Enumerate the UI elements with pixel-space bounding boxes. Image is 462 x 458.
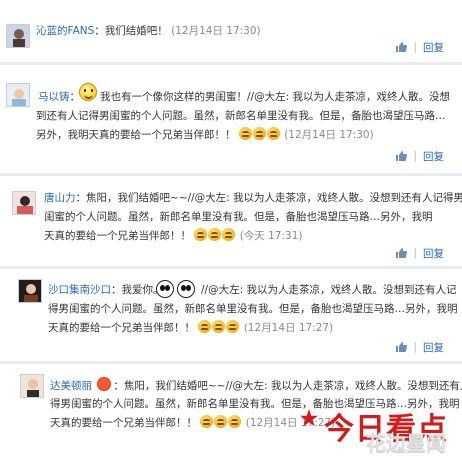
username[interactable]: 达美顿丽: [50, 380, 92, 392]
emoji-icon: [222, 228, 236, 241]
comment-text: ：我们结婚吧！: [94, 25, 168, 37]
comment-line-1: 马以铸：: [38, 89, 80, 105]
comment-actions: | 回复: [395, 40, 444, 54]
comment-text: 我也有一个像你这样的男闺蜜！//@大左: 我以为人走茶凉，戏终人散。没想: [100, 91, 450, 103]
comment-line-2: 得男闺蜜的个人问题。虽然，新郎名单里没有我。但是，备胎也渴望压马路…另外，我明: [48, 301, 458, 317]
comment-line-1: 沙口集南沙口：我爱你。: [48, 282, 164, 298]
comment-line-1: 唐山力：焦阳，我们结婚吧~~//@大左: 我以为人走茶凉，戏终人散。没想到还有人…: [44, 190, 462, 206]
comment-line-3: 天真的要给一个兄弟当伴郎！！ (12月14日 17:27): [50, 415, 335, 431]
emoji-icon: [200, 415, 214, 428]
comment-item-1: 沁蓝的FANS：我们结婚吧！ (12月14日 17:30) | 回复: [0, 0, 462, 62]
emoji-icon: [266, 127, 280, 140]
emoji-icon: [214, 415, 228, 428]
emoji-icon: [198, 320, 212, 333]
comment-text: 闺蜜的个人问题。虽然，新郎名单里没有我。但是，备胎也渴望压马路…另外，我明: [44, 211, 433, 223]
watermark-logo: 今日看点 花边星闻: [300, 404, 448, 455]
avatar[interactable]: [12, 191, 36, 215]
ellipsis: …: [435, 110, 446, 122]
emoji-icon: [226, 320, 240, 333]
timestamp: (12月14日 17:30): [171, 25, 261, 37]
reply-button[interactable]: 回复: [423, 40, 444, 55]
timestamp: (12月14日 17:27): [245, 417, 336, 429]
like-icon[interactable]: [395, 247, 408, 259]
comment-item-2: 马以铸： 我也有一个像你这样的男闺蜜！//@大左: 我以为人走茶凉，戏终人散。没…: [0, 65, 462, 173]
comment-text: //@大左: 我以为人走茶凉，戏终人散。没想到还有人记: [201, 284, 457, 296]
comment-text: ：焦阳，我们结婚吧~~//@大左: 我以为人走茶凉，戏终人散。没想到还有人记得男: [75, 192, 462, 204]
timestamp: (今天 17:31): [239, 230, 303, 242]
comment-text: 另外，我明天真的要给一个兄弟当伴郎！！: [36, 129, 236, 141]
reply-button[interactable]: 回复: [423, 246, 444, 261]
comment-line-1b: 我也有一个像你这样的男闺蜜！//@大左: 我以为人走茶凉，戏终人散。没想: [100, 89, 450, 105]
comment-text: 到还有人记得男闺蜜的个人问题。虽然，新郎名单里没有我。但是，备胎也渴望压马路: [36, 110, 435, 122]
username[interactable]: 沁蓝的FANS: [36, 25, 94, 37]
avatar[interactable]: [20, 374, 44, 398]
comment-line-3: 另外，我明天真的要给一个兄弟当伴郎！！ (12月14日 17:30): [36, 127, 374, 143]
comment-item-5: 达美顿丽 ：焦阳，我们结婚吧~~//@大左: 我以为人走茶凉，戏终人散。没想到还…: [0, 364, 462, 458]
username[interactable]: 马以铸: [38, 91, 70, 103]
emoji-icon: [252, 127, 266, 140]
panda-emoji-icon: [156, 280, 174, 298]
comment-item-3: 唐山力：焦阳，我们结婚吧~~//@大左: 我以为人走茶凉，戏终人散。没想到还有人…: [0, 176, 462, 266]
comment-line-2: 到还有人记得男闺蜜的个人问题。虽然，新郎名单里没有我。但是，备胎也渴望压马路…: [36, 108, 446, 124]
like-icon[interactable]: [395, 150, 408, 162]
comment-text: 得男闺蜜的个人问题。虽然，新郎名单里没有我。但是，备胎也渴望压马路…另外，我明: [48, 303, 458, 315]
username[interactable]: 沙口集南沙口: [48, 284, 111, 296]
divider: |: [413, 247, 417, 259]
avatar[interactable]: [6, 24, 30, 48]
panda-emoji-icon: [177, 280, 195, 298]
timestamp: (12月14日 17:30): [284, 129, 374, 141]
comment-actions: | 回复: [395, 246, 444, 260]
reply-button[interactable]: 回复: [423, 149, 444, 164]
emoji-icon: [212, 320, 226, 333]
avatar[interactable]: [18, 279, 42, 303]
emoji-icon: [228, 415, 242, 428]
smile-emoji-icon: [79, 83, 97, 101]
comment-line-1: 沁蓝的FANS：我们结婚吧！ (12月14日 17:30): [36, 23, 261, 39]
comment-text: 天真的要给一个兄弟当伴郎！！: [44, 230, 191, 242]
comment-item-4: 沙口集南沙口：我爱你。 //@大左: 我以为人走茶凉，戏终人散。没想到还有人记 …: [0, 269, 462, 361]
badge-icon: [97, 377, 112, 391]
comment-line-3: 天真的要给一个兄弟当伴郎！！ (今天 17:31): [44, 228, 302, 244]
logo-subtitle: 花边星闻: [366, 431, 446, 455]
avatar[interactable]: [6, 83, 30, 107]
divider: |: [413, 341, 417, 353]
reply-button[interactable]: 回复: [423, 340, 444, 355]
like-icon[interactable]: [395, 341, 408, 353]
comment-line-1b: //@大左: 我以为人走茶凉，戏终人散。没想到还有人记: [201, 282, 456, 298]
divider: |: [413, 41, 417, 53]
emoji-icon: [238, 127, 252, 140]
comment-text: 天真的要给一个兄弟当伴郎！！: [48, 322, 195, 334]
like-icon[interactable]: [395, 41, 408, 53]
comment-line-1: 达美顿丽 ：焦阳，我们结婚吧~~//@大左: 我以为人走茶凉，戏终人散。没想到还…: [50, 377, 462, 394]
comment-text: ：焦阳，我们结婚吧~~//@大左: 我以为人走茶凉，戏终人散。没想到还有人记: [113, 380, 462, 392]
comment-actions: | 回复: [395, 340, 444, 354]
comment-line-3: 天真的要给一个兄弟当伴郎！！ (12月14日 17:27): [48, 320, 333, 336]
emoji-icon: [194, 228, 208, 241]
emoji-icon: [208, 228, 222, 241]
comment-text: 天真的要给一个兄弟当伴郎！！: [50, 417, 197, 429]
username[interactable]: 唐山力: [44, 192, 76, 204]
comment-actions: | 回复: [395, 149, 444, 163]
timestamp: (12月14日 17:27): [243, 322, 334, 334]
comment-line-2: 闺蜜的个人问题。虽然，新郎名单里没有我。但是，备胎也渴望压马路…另外，我明: [44, 209, 433, 225]
logo-mark-icon: [300, 409, 318, 427]
divider: |: [413, 150, 417, 162]
